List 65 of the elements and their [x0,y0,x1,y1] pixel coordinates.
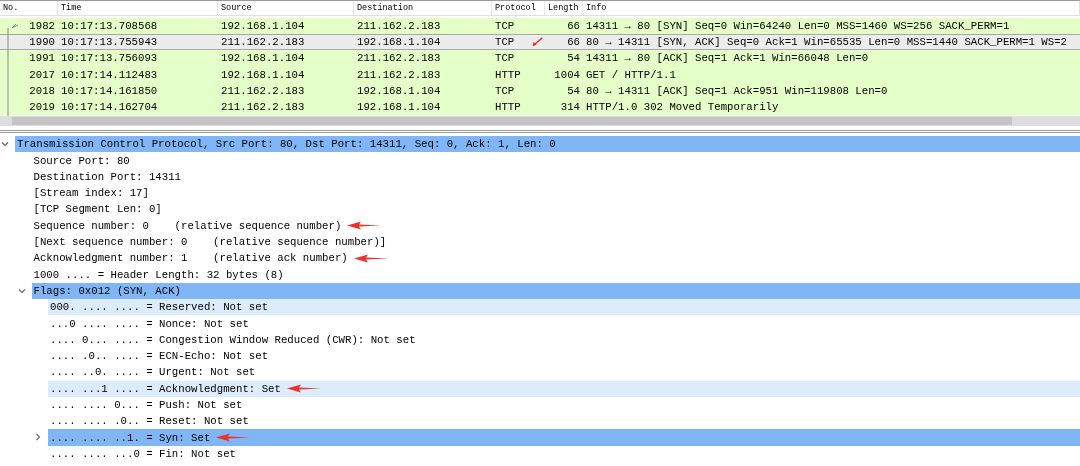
tree-item[interactable]: .... .... ..1. = Syn: Set [48,429,1080,446]
table-cell-text: 10:17:13.708568 [60,19,159,35]
horizontal-scrollbar[interactable] [0,116,1080,127]
scroll-thumb[interactable] [12,117,1012,126]
table-cell-text: 192.168.1.104 [220,51,306,67]
arrow-icon [347,221,382,231]
table-cell-text: 192.168.1.104 [356,35,442,50]
arrow-icon [353,253,388,263]
table-cell-text: 314 [559,100,581,115]
table-cell-text: 211.162.2.183 [356,19,442,35]
packet-row[interactable]: 1991 10:17:13.756093 192.168.1.104 211.162.2.183 TCP 54 14311 → 80 [ACK] Seq=1 Ack=1 Win=66048 Len=0 [0,50,1080,67]
column-header[interactable]: Protocol [492,1,545,15]
arrow-icon [532,37,543,48]
table-cell-text: 2019 [28,100,56,115]
table-cell-text: 211.162.2.183 [220,83,306,99]
column-header[interactable]: Source [218,1,354,15]
table-cell-text: 10:17:13.755943 [60,35,159,50]
table-cell-text: 1982 [28,19,56,35]
table-cell-text: 1004 [553,67,581,83]
table-cell-text: 66 [566,19,581,35]
table-cell-text: HTTP [494,100,522,115]
column-header[interactable]: Info [583,1,1080,15]
table-cell-text: TCP [494,83,516,99]
table-cell-text: 211.162.2.183 [220,35,306,50]
table-cell-text: 2018 [28,83,56,99]
column-header[interactable]: No. [0,1,58,15]
arrow-icon [216,433,251,443]
table-cell-text: 66 [566,35,581,50]
table-cell-text: 192.168.1.104 [356,100,442,115]
table-cell-text: 54 [566,83,581,99]
table-cell-text: TCP [494,51,516,67]
column-header[interactable]: Time [58,1,218,15]
table-cell-text: TCP [494,19,516,35]
packet-row[interactable]: 1982 10:17:13.708568 192.168.1.104 211.162.2.183 TCP 66 14311 → 80 [SYN] Seq=0 Win=64240 Len=0 MSS=1460 WS=256 SACK_PERM=1 [0,18,1080,35]
table-cell-text: 14311 → 80 [SYN] Seq=0 Win=64240 Len=0 MSS=1460 WS=256 SACK_PERM=1 [585,19,1011,35]
arrow-icon [286,384,321,394]
tree-item[interactable]: 000. .... .... = Reserved: Not set [48,299,1080,316]
table-cell-text: 80 → 14311 [SYN, ACK] Seq=0 Ack=1 Win=65535 Len=0 MSS=1440 SACK_PERM=1 WS=2 [585,35,1069,50]
table-cell-text: 10:17:14.112483 [60,67,159,83]
table-cell-text: 2017 [28,67,56,83]
table-cell-text: GET / HTTP/1.1 [585,67,677,83]
table-cell-text: 10:17:13.756093 [60,51,159,67]
table-cell-text: TCP [494,35,516,50]
table-cell-text: 80 → 14311 [ACK] Seq=1 Ack=951 Win=119808 Len=0 [585,83,889,99]
table-cell-text: 192.168.1.104 [220,67,306,83]
table-cell-text: 1990 [28,35,56,50]
table-cell-text: 1991 [28,51,56,67]
tree-item[interactable]: Transmission Control Protocol, Src Port: 80, Dst Port: 14311, Seq: 0, Ack: 1, Len: 0 [15,136,1080,153]
packet-row[interactable]: 1990 10:17:13.755943 211.162.2.183 192.168.1.104 TCP 66 80 → 14311 [SYN, ACK] Seq=0 Ack=1 Win=65535 Len=0 MSS=1440 SACK_PERM=1 WS=2 [0,34,1080,51]
chevron-down-icon[interactable] [17,286,26,295]
table-cell-text: 211.162.2.183 [220,100,306,115]
table-cell-text: 211.162.2.183 [356,67,442,83]
table-cell-text: HTTP/1.0 302 Moved Temporarily [585,100,780,115]
column-header[interactable]: Length [545,1,583,15]
table-cell-text: 192.168.1.104 [220,19,306,35]
table-cell-text: 10:17:14.161850 [60,83,159,99]
table-cell-text: 14311 → 80 [ACK] Seq=1 Ack=1 Win=66048 Len=0 [585,51,870,67]
chevron-right-icon[interactable] [34,433,42,442]
table-cell-text: HTTP [494,67,522,83]
table-cell-text: 10:17:14.162704 [60,100,159,115]
table-cell-text: 211.162.2.183 [356,51,442,67]
chevron-down-icon[interactable] [1,140,9,149]
table-cell-text: 192.168.1.104 [356,83,442,99]
table-cell-text: 54 [566,51,581,67]
column-header[interactable]: Destination [354,1,492,15]
